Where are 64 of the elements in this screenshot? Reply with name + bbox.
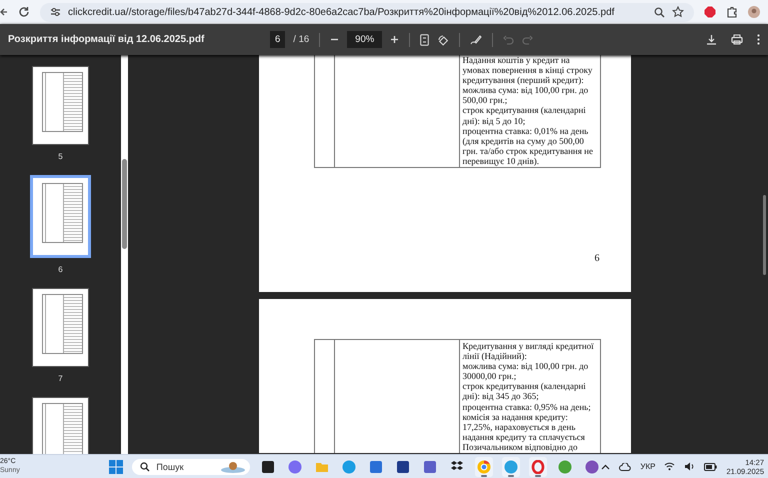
- table-cell-text: 17,25%, нараховується в день: [462, 422, 576, 432]
- table-cell-text: кредитування (перший кредит):: [462, 75, 585, 86]
- address-bar[interactable]: clickcredit.ua//storage/files/b47ab27d-344f-4868-9d2c-80e6a2cac7ba/Розкриття%20інформації%20від%2012.06.2025.pdf: [40, 2, 694, 22]
- page-thumbnail[interactable]: [32, 288, 89, 367]
- table-cell-text: можлива сума: від 100,00 грн. до: [462, 361, 590, 372]
- fit-page-icon[interactable]: [420, 34, 430, 46]
- thumbnail-page-number: 6: [58, 265, 63, 274]
- thumbnail-page-number: 7: [58, 374, 63, 383]
- back-icon[interactable]: [0, 6, 8, 18]
- star-icon[interactable]: [672, 6, 684, 18]
- thumbnail-page-number: 5: [58, 152, 63, 161]
- speaker-icon[interactable]: [684, 462, 696, 471]
- more-icon[interactable]: [757, 34, 760, 45]
- table-cell-text: комісія за надання кредиту:: [462, 412, 569, 422]
- table-cell-text: можлива сума: від 100,00 грн. до: [462, 85, 590, 96]
- table-cell-text: дні): від 5 до 10;: [462, 116, 526, 126]
- table-cell-text: умовах повернення в кінці строку: [462, 65, 594, 76]
- page-count: / 16: [293, 34, 310, 45]
- site-settings-icon: [50, 7, 61, 17]
- windows-start-icon[interactable]: [109, 460, 124, 474]
- table-cell-text: 30000,00 грн.;: [462, 371, 518, 382]
- search-field[interactable]: Пошук: [132, 458, 250, 474]
- url-text: clickcredit.ua//storage/files/b47ab27d-344f-4868-9d2c-80e6a2cac7ba/Розкриття%20інформації%20від%2012.06.2025.pdf: [68, 6, 614, 18]
- table-cell-text: строк кредитування (календарні: [462, 381, 587, 392]
- page-number-field[interactable]: 6: [270, 31, 286, 48]
- scrollbar[interactable]: [763, 195, 766, 275]
- table-cell-text: Надання коштів у кредит на: [462, 55, 571, 66]
- search-icon: [140, 462, 150, 472]
- table-cell-text: (для кредитів на суму до 500,00: [462, 136, 584, 146]
- zoom-level-field[interactable]: 90%: [347, 31, 382, 48]
- table-cell-text: Кредитування у вигляді кредитної: [462, 341, 595, 352]
- page-thumbnail[interactable]: [30, 175, 91, 258]
- language-indicator[interactable]: УКР: [640, 462, 656, 471]
- document-title: Розкриття інформації від 12.06.2025.pdf: [8, 34, 206, 45]
- table-cell-text: процентна ставка: 0,01% на день: [462, 126, 590, 136]
- table-cell-text: дні): від 345 до 365;: [462, 391, 540, 402]
- wifi-icon[interactable]: [664, 462, 676, 471]
- table-cell-text: перевищує 10 днів).: [462, 156, 540, 166]
- zoom-icon[interactable]: [654, 6, 665, 18]
- ring-icon[interactable]: [529, 456, 548, 476]
- table-cell-text: лінії (Надійний):: [462, 351, 528, 362]
- stop-sign-icon[interactable]: [704, 6, 716, 18]
- print-icon[interactable]: [731, 34, 743, 45]
- reload-icon[interactable]: [18, 6, 30, 18]
- landscape-picture-icon: [220, 460, 246, 472]
- zoom-in-icon[interactable]: [390, 35, 400, 44]
- annotate-icon[interactable]: [470, 34, 482, 46]
- rotate-icon[interactable]: [437, 34, 450, 46]
- table-cell-text: процентна ставка: 0,95% на день;: [462, 402, 592, 412]
- scrollbar[interactable]: [121, 55, 128, 454]
- table-cell-text: грн. та/або строк кредитування не: [462, 146, 594, 156]
- table-cell-text: 500,00 грн.;: [462, 95, 508, 106]
- download-icon[interactable]: [706, 34, 717, 45]
- page-thumbnail[interactable]: [32, 66, 89, 145]
- page-thumbnail[interactable]: [32, 397, 89, 454]
- puzzle-icon[interactable]: [726, 6, 738, 18]
- table-cell-text: надання кредиту та сплачується: [462, 432, 586, 442]
- avatar-icon[interactable]: [748, 6, 760, 18]
- table-cell-text: Позичальником відповідно до: [462, 442, 578, 452]
- cloud-icon[interactable]: [619, 462, 632, 470]
- chevron-up-icon[interactable]: [601, 464, 610, 470]
- page-number: 6: [594, 253, 600, 264]
- table-cell-text: строк кредитування (календарні: [462, 105, 587, 116]
- battery-icon[interactable]: [704, 462, 718, 470]
